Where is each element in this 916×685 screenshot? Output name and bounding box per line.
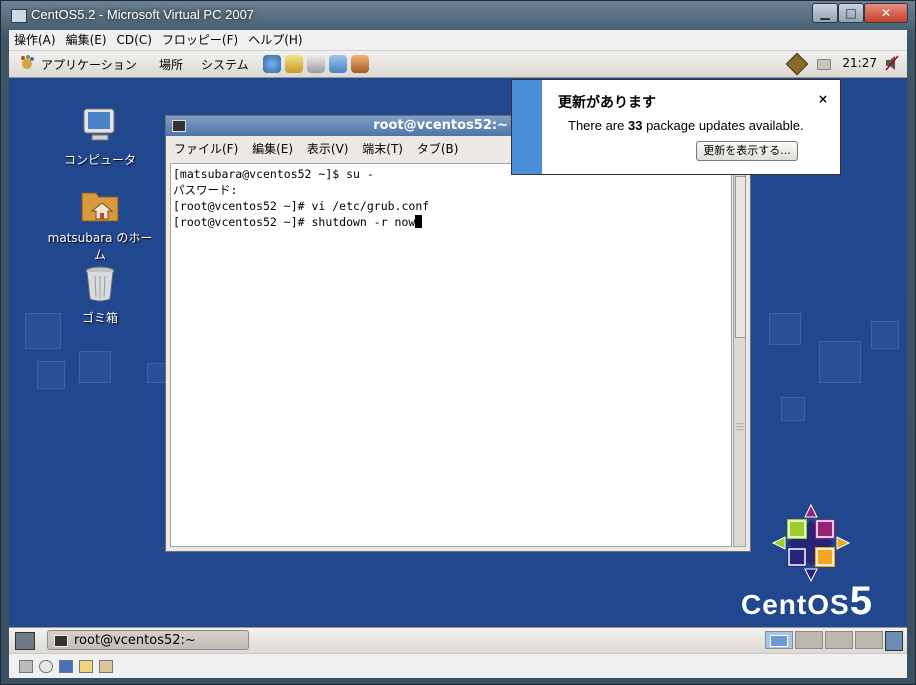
centos-wordmark: CentOS5: [741, 579, 873, 624]
centos-logo-icon: [771, 503, 851, 583]
notification-body: There are 33 package updates available.: [568, 118, 804, 133]
terminal-line: [root@vcentos52 ~]# shutdown -r now: [173, 215, 416, 229]
browser-launcher-icon[interactable]: [263, 55, 281, 73]
desktop-icon-label: コンピュータ: [63, 153, 136, 167]
terminal-icon: [172, 120, 186, 132]
tool-launcher-icon[interactable]: [351, 55, 369, 73]
vpc-app-icon: [11, 9, 27, 23]
logo-text: CentOS: [741, 589, 850, 620]
desktop-icon-home[interactable]: matsubara のホーム: [45, 185, 155, 263]
workspace-2[interactable]: [795, 631, 823, 649]
terminal-menu-edit[interactable]: 編集(E): [252, 138, 293, 160]
terminal-output[interactable]: [matsubara@vcentos52 ~]$ su - パスワード: [ro…: [170, 163, 732, 547]
shared-folder-icon[interactable]: [79, 660, 93, 673]
menu-system[interactable]: システム: [201, 56, 249, 73]
close-button[interactable]: ✕: [864, 3, 908, 23]
terminal-menu-view[interactable]: 表示(V): [307, 138, 349, 160]
terminal-menu-tabs[interactable]: タブ(B): [417, 138, 459, 160]
logo-version: 5: [849, 579, 873, 623]
trash-icon: [80, 265, 120, 303]
bg-decoration: [37, 361, 65, 389]
vpc-window: CentOS5.2 - Microsoft Virtual PC 2007 ▁ …: [0, 0, 916, 685]
desktop-icon-trash[interactable]: ゴミ箱: [45, 265, 155, 326]
clock[interactable]: 21:27: [842, 56, 877, 70]
show-updates-button[interactable]: 更新を表示する...: [696, 141, 798, 161]
taskbar-item-terminal[interactable]: root@vcentos52:~: [47, 630, 249, 650]
workspace-4[interactable]: [855, 631, 883, 649]
maximize-button[interactable]: □: [838, 3, 864, 23]
terminal-title: root@vcentos52:~: [373, 118, 508, 133]
guest-screen[interactable]: アプリケーション 場所 システム 21:27 コンピュータ matsubara …: [9, 51, 907, 677]
taskbar-item-label: root@vcentos52:~: [74, 633, 196, 648]
workspace-3[interactable]: [825, 631, 853, 649]
top-panel: アプリケーション 場所 システム 21:27: [9, 51, 907, 78]
network-icon[interactable]: [817, 59, 831, 70]
vpc-window-title: CentOS5.2 - Microsoft Virtual PC 2007: [31, 7, 255, 22]
update-notification: 更新があります × There are 33 package updates a…: [511, 79, 841, 175]
gnome-foot-icon: [21, 55, 34, 69]
network-adapter-icon[interactable]: [99, 660, 113, 673]
menu-help[interactable]: ヘルプ(H): [243, 30, 307, 50]
desktop-icon-label: ゴミ箱: [81, 311, 118, 325]
menu-applications[interactable]: アプリケーション: [41, 56, 137, 73]
workspace-window-preview: [770, 635, 788, 647]
notification-close-button[interactable]: ×: [818, 92, 828, 106]
update-count: 33: [627, 118, 643, 133]
menu-places[interactable]: 場所: [159, 56, 183, 73]
scrollbar-grip-icon: — — —: [736, 419, 744, 434]
show-desktop-icon[interactable]: [15, 632, 35, 650]
cd-drive-icon[interactable]: [39, 660, 53, 673]
desktop-icon-computer[interactable]: コンピュータ: [45, 107, 155, 168]
terminal-menu-terminal[interactable]: 端末(T): [362, 138, 403, 160]
bg-decoration: [79, 351, 111, 383]
terminal-line: [root@vcentos52 ~]# vi /etc/grub.conf: [173, 199, 430, 213]
home-folder-icon: [80, 185, 120, 223]
text-cursor: [415, 215, 423, 228]
notification-text: There are: [568, 118, 628, 133]
floppy-icon[interactable]: [59, 660, 73, 673]
vpc-titlebar[interactable]: CentOS5.2 - Microsoft Virtual PC 2007 ▁ …: [1, 1, 915, 29]
terminal-menu-file[interactable]: ファイル(F): [174, 138, 238, 160]
terminal-line: パスワード:: [173, 183, 238, 197]
bg-decoration: [781, 397, 805, 421]
menu-edit[interactable]: 編集(E): [61, 30, 112, 50]
menu-action[interactable]: 操作(A): [9, 30, 61, 50]
workspace-1[interactable]: [765, 631, 793, 649]
notes-launcher-icon[interactable]: [307, 55, 325, 73]
terminal-scrollbar[interactable]: — — —: [733, 163, 746, 547]
notification-title: 更新があります: [558, 95, 656, 111]
notification-accent: [512, 80, 542, 174]
scrollbar-thumb[interactable]: [735, 176, 746, 338]
computer-icon: [80, 107, 120, 145]
hard-disk-icon[interactable]: [19, 660, 33, 673]
bg-decoration: [819, 341, 861, 383]
bg-decoration: [147, 363, 167, 383]
bg-decoration: [769, 313, 801, 345]
menu-cd[interactable]: CD(C): [112, 30, 157, 50]
bg-decoration: [871, 321, 899, 349]
notification-text: package updates available.: [642, 118, 804, 133]
terminal-icon: [54, 635, 68, 647]
minimize-button[interactable]: ▁: [812, 3, 838, 23]
desktop-icon-label: matsubara のホーム: [47, 231, 153, 262]
menu-floppy[interactable]: フロッピー(F): [157, 30, 243, 50]
editor-launcher-icon[interactable]: [329, 55, 347, 73]
update-notifier-icon[interactable]: [785, 52, 809, 76]
mail-launcher-icon[interactable]: [285, 55, 303, 73]
terminal-window[interactable]: root@vcentos52:~ ファイル(F) 編集(E) 表示(V) 端末(…: [165, 115, 751, 552]
volume-icon[interactable]: [885, 55, 899, 71]
trash-applet-icon[interactable]: [885, 631, 903, 651]
bottom-panel: root@vcentos52:~: [9, 627, 907, 654]
vpc-menubar: 操作(A) 編集(E) CD(C) フロッピー(F) ヘルプ(H): [9, 30, 907, 51]
vpc-statusbar: [9, 653, 907, 678]
